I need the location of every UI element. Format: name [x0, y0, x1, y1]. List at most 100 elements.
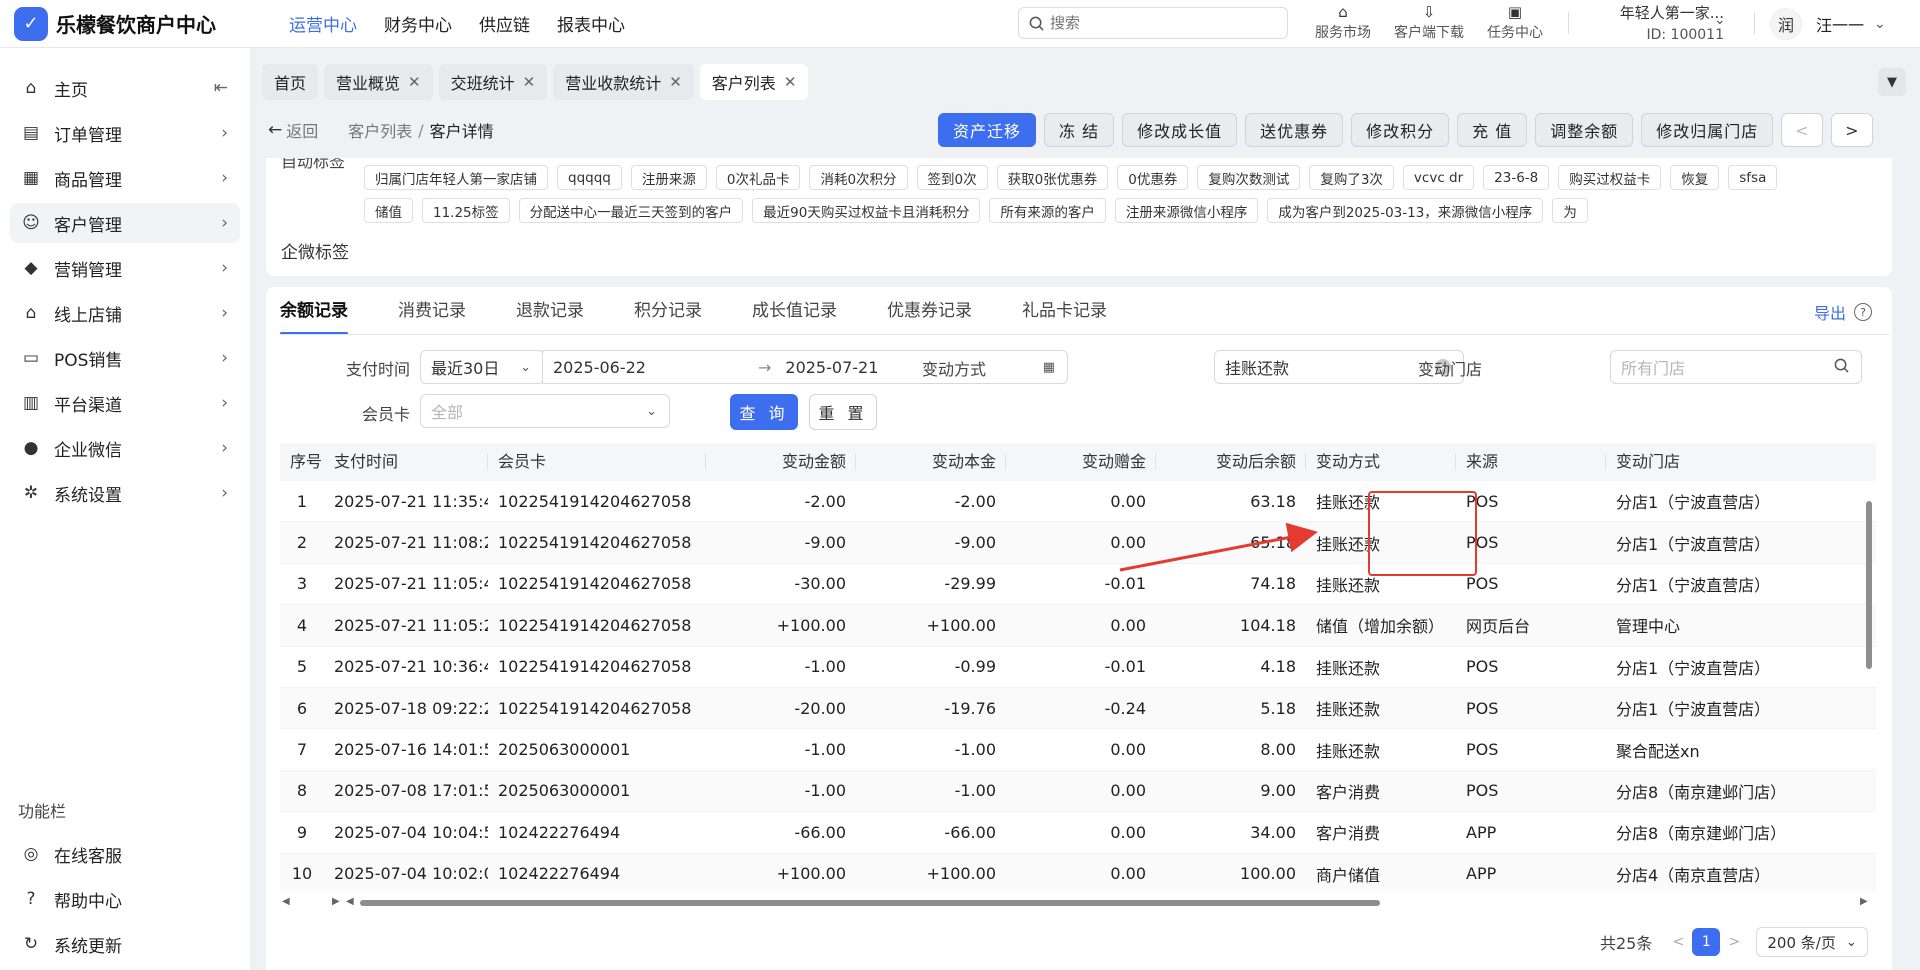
- tab-giftcard-records[interactable]: 礼品卡记录: [1022, 287, 1107, 333]
- scroll-left-icon[interactable]: ◀: [346, 896, 354, 907]
- sidebar-item-update[interactable]: ↻ 系统更新: [10, 924, 240, 964]
- col-source-header[interactable]: 来源: [1456, 443, 1606, 481]
- store-switcher[interactable]: 年轻人第一家... ID: 100011: [1586, 2, 1724, 46]
- breadcrumb-parent[interactable]: 客户列表: [348, 118, 412, 142]
- tab-consume-records[interactable]: 消费记录: [398, 287, 466, 333]
- table-row[interactable]: 1 2025-07-21 11:35:41 1022541914204627058 -…: [280, 481, 1876, 523]
- tab-business-overview[interactable]: 营业概览 ✕: [324, 64, 433, 100]
- chevron-down-icon[interactable]: ⌄: [1714, 12, 1726, 28]
- table-row[interactable]: 7 2025-07-16 14:01:59 2025063000001 -1.00 -1…: [280, 729, 1876, 771]
- chevron-right-icon[interactable]: >: [1720, 928, 1748, 956]
- edit-points-button[interactable]: 修改积分: [1351, 113, 1450, 147]
- range-preset-select[interactable]: 最近30日 ⌄: [420, 350, 544, 384]
- tab-coupon-records[interactable]: 优惠券记录: [887, 287, 972, 333]
- topnav-reports[interactable]: 报表中心: [557, 11, 625, 36]
- scrollbar-thumb[interactable]: [360, 900, 1380, 906]
- scrollbar-thumb[interactable]: [1866, 501, 1872, 669]
- table-row[interactable]: 4 2025-07-21 11:05:25 1022541914204627058 +…: [280, 605, 1876, 647]
- reset-button[interactable]: 重 置: [809, 394, 877, 430]
- topnav-operations[interactable]: 运营中心: [289, 11, 357, 36]
- close-icon[interactable]: ✕: [784, 73, 797, 91]
- topnav-supply-chain[interactable]: 供应链: [479, 11, 530, 36]
- sidebar-item-orders[interactable]: ▤ 订单管理 ›: [10, 113, 240, 153]
- close-icon[interactable]: ✕: [408, 73, 421, 91]
- tab-points-records[interactable]: 积分记录: [634, 287, 702, 333]
- user-menu[interactable]: 润 汪一一 ⌄: [1770, 8, 1886, 40]
- asset-migrate-button[interactable]: 资产迁移: [938, 113, 1037, 147]
- tool-task-center[interactable]: ▣ 任务中心: [1472, 2, 1558, 42]
- scroll-left-icon[interactable]: ◀: [282, 896, 290, 907]
- table-row[interactable]: 2 2025-07-21 11:08:20 1022541914204627058 -…: [280, 522, 1876, 564]
- help-icon[interactable]: ?: [1854, 303, 1873, 321]
- edit-growth-button[interactable]: 修改成长值: [1122, 113, 1238, 147]
- col-store-header[interactable]: 变动门店: [1606, 443, 1806, 481]
- page-size-select[interactable]: 200 条/页 ⌄: [1756, 927, 1868, 957]
- freeze-button[interactable]: 冻 结: [1044, 113, 1115, 147]
- prev-button[interactable]: <: [1781, 113, 1824, 147]
- recharge-button[interactable]: 充 值: [1457, 113, 1528, 147]
- send-coupon-button[interactable]: 送优惠券: [1245, 113, 1344, 147]
- divider: [1568, 12, 1569, 34]
- topnav-finance[interactable]: 财务中心: [384, 11, 452, 36]
- horizontal-scrollbar[interactable]: ◀ ▶ ◀ ▶: [280, 896, 1876, 907]
- sidebar-item-wecom[interactable]: ● 企业微信 ›: [10, 428, 240, 468]
- edit-home-store-button[interactable]: 修改归属门店: [1641, 113, 1774, 147]
- member-card-select[interactable]: 全部 ⌄: [420, 394, 670, 428]
- tab-home[interactable]: 首页: [262, 64, 319, 100]
- col-change-bonus-header[interactable]: 变动赠金: [1006, 443, 1156, 481]
- sidebar-item-goods[interactable]: ▦ 商品管理 ›: [10, 158, 240, 198]
- close-icon[interactable]: ✕: [669, 73, 682, 91]
- tool-service-market[interactable]: ⌂ 服务市场: [1300, 2, 1386, 42]
- col-pay-time-header[interactable]: 支付时间: [324, 443, 488, 481]
- col-change-amount-header[interactable]: 变动金额: [706, 443, 856, 481]
- col-pay-time-cell: 2025-07-21 11:08:20: [334, 533, 488, 553]
- tabs-more-button[interactable]: ▼: [1878, 68, 1906, 96]
- collapse-sidebar-icon[interactable]: ⇤: [214, 78, 228, 98]
- col-balance-after-header[interactable]: 变动后余额: [1156, 443, 1306, 481]
- search-input[interactable]: [1050, 14, 1270, 32]
- col-change-type-header[interactable]: 变动方式: [1306, 443, 1456, 481]
- next-button[interactable]: >: [1831, 113, 1874, 147]
- scroll-right-icon[interactable]: ▶: [332, 896, 340, 907]
- query-button[interactable]: 查 询: [730, 394, 798, 430]
- sidebar-item-pos[interactable]: ▭ POS销售 ›: [10, 338, 240, 378]
- table-row[interactable]: 10 2025-07-04 10:02:04 102422276494 +100.00…: [280, 853, 1876, 891]
- sidebar-item-home[interactable]: ⌂ 主页 ⇤: [10, 68, 240, 108]
- table-row[interactable]: 6 2025-07-18 09:22:23 1022541914204627058 -…: [280, 687, 1876, 730]
- tab-revenue-stats[interactable]: 营业收款统计 ✕: [553, 64, 694, 100]
- sidebar-item-customers[interactable]: ☺ 客户管理 ›: [10, 203, 240, 243]
- store-select[interactable]: 所有门店: [1610, 350, 1862, 384]
- sidebar-item-marketing[interactable]: ◆ 营销管理 ›: [10, 248, 240, 288]
- table-row[interactable]: 8 2025-07-08 17:01:58 2025063000001 -1.00 -1…: [280, 770, 1876, 813]
- sidebar-item-platform[interactable]: ▥ 平台渠道 ›: [10, 383, 240, 423]
- back-arrow-icon[interactable]: ←: [268, 120, 282, 140]
- scroll-right-icon[interactable]: ▶: [1860, 896, 1868, 907]
- col-member-card-header[interactable]: 会员卡: [488, 443, 706, 481]
- tab-refund-records[interactable]: 退款记录: [516, 287, 584, 333]
- chevron-left-icon[interactable]: <: [1664, 928, 1692, 956]
- sidebar-item-settings[interactable]: ✲ 系统设置 ›: [10, 473, 240, 513]
- close-icon[interactable]: ✕: [523, 73, 536, 91]
- app-logo[interactable]: ✓ 乐檬餐饮商户中心: [14, 6, 264, 41]
- sidebar-item-help[interactable]: ? 帮助中心: [10, 879, 240, 919]
- table-row[interactable]: 5 2025-07-21 10:36:42 1022541914204627058 -…: [280, 647, 1876, 688]
- tab-balance-records[interactable]: 余额记录: [280, 287, 348, 335]
- table-row[interactable]: 9 2025-07-04 10:04:58 102422276494 -66.00 -6…: [280, 812, 1876, 854]
- export-link[interactable]: 导出: [1814, 300, 1846, 324]
- col-index-header[interactable]: 序号: [280, 443, 324, 481]
- tool-client-download[interactable]: ⇩ 客户端下载: [1386, 2, 1472, 42]
- tab-customer-list[interactable]: 客户列表 ✕: [699, 64, 809, 100]
- table-row[interactable]: 3 2025-07-21 11:05:48 1022541914204627058 -…: [280, 564, 1876, 606]
- page-scrollbar[interactable]: [1894, 158, 1902, 970]
- sidebar-item-online-store[interactable]: ⌂ 线上店铺 ›: [10, 293, 240, 333]
- tab-shift-stats[interactable]: 交班统计 ✕: [438, 64, 548, 100]
- adjust-balance-button[interactable]: 调整余额: [1535, 113, 1634, 147]
- sidebar-item-online-service[interactable]: ◎ 在线客服: [10, 834, 240, 874]
- back-link[interactable]: 返回: [286, 118, 318, 142]
- tab-growth-records[interactable]: 成长值记录: [752, 287, 837, 333]
- global-search[interactable]: [1018, 7, 1288, 39]
- col-change-principal-header[interactable]: 变动本金: [856, 443, 1006, 481]
- vertical-scrollbar[interactable]: [1866, 487, 1872, 883]
- date-range-picker[interactable]: 2025-06-22 → 2025-07-21 ▦: [542, 350, 1068, 384]
- page-number[interactable]: 1: [1692, 928, 1721, 956]
